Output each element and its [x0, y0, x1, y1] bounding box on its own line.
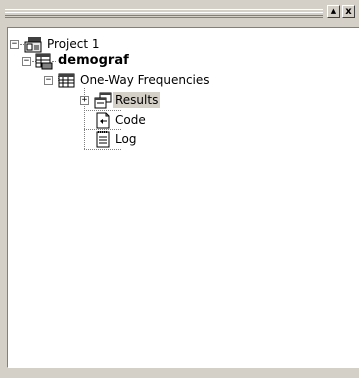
dataset-icon — [35, 53, 53, 70]
tree-node-task[interactable]: − One-Way Frequencies — [8, 72, 268, 90]
project-tree[interactable]: − Project 1 − demograf − One-Way Frequen… — [7, 27, 359, 368]
tree-node-log[interactable]: Log — [8, 131, 208, 149]
tree-node-dataset[interactable]: − demograf — [8, 53, 208, 71]
tree-line — [84, 110, 121, 111]
collapse-toggle[interactable]: − — [10, 40, 19, 49]
collapse-toggle[interactable]: − — [44, 76, 53, 85]
tree-node-label: demograf — [58, 53, 129, 68]
drag-grip[interactable] — [5, 9, 323, 18]
tree-line — [84, 149, 121, 150]
tree-node-results[interactable]: + Results — [8, 92, 208, 110]
results-icon — [94, 92, 112, 109]
scroll-up-button[interactable]: ▲ — [327, 5, 340, 18]
tree-node-code[interactable]: Code — [8, 112, 208, 130]
project-explorer-pane: ▲ x − Project 1 − demograf − One-Way Fre… — [3, 2, 359, 370]
pane-title-bar[interactable]: ▲ x — [3, 5, 359, 19]
collapse-toggle[interactable]: − — [22, 57, 31, 66]
tree-node-label: Log — [115, 132, 137, 146]
tree-node-project[interactable]: − Project 1 — [8, 36, 208, 54]
tree-node-label: Code — [115, 113, 146, 127]
project-icon — [24, 37, 42, 53]
tree-node-label: Project 1 — [47, 37, 100, 51]
log-icon — [96, 131, 110, 148]
expand-toggle[interactable]: + — [80, 96, 89, 105]
tree-node-label: One-Way Frequencies — [80, 73, 210, 87]
close-button[interactable]: x — [342, 5, 355, 18]
up-arrow-icon: ▲ — [330, 7, 337, 15]
code-icon — [96, 112, 110, 129]
close-icon: x — [345, 6, 352, 17]
tree-node-label: Results — [113, 92, 161, 108]
task-icon — [58, 73, 75, 88]
